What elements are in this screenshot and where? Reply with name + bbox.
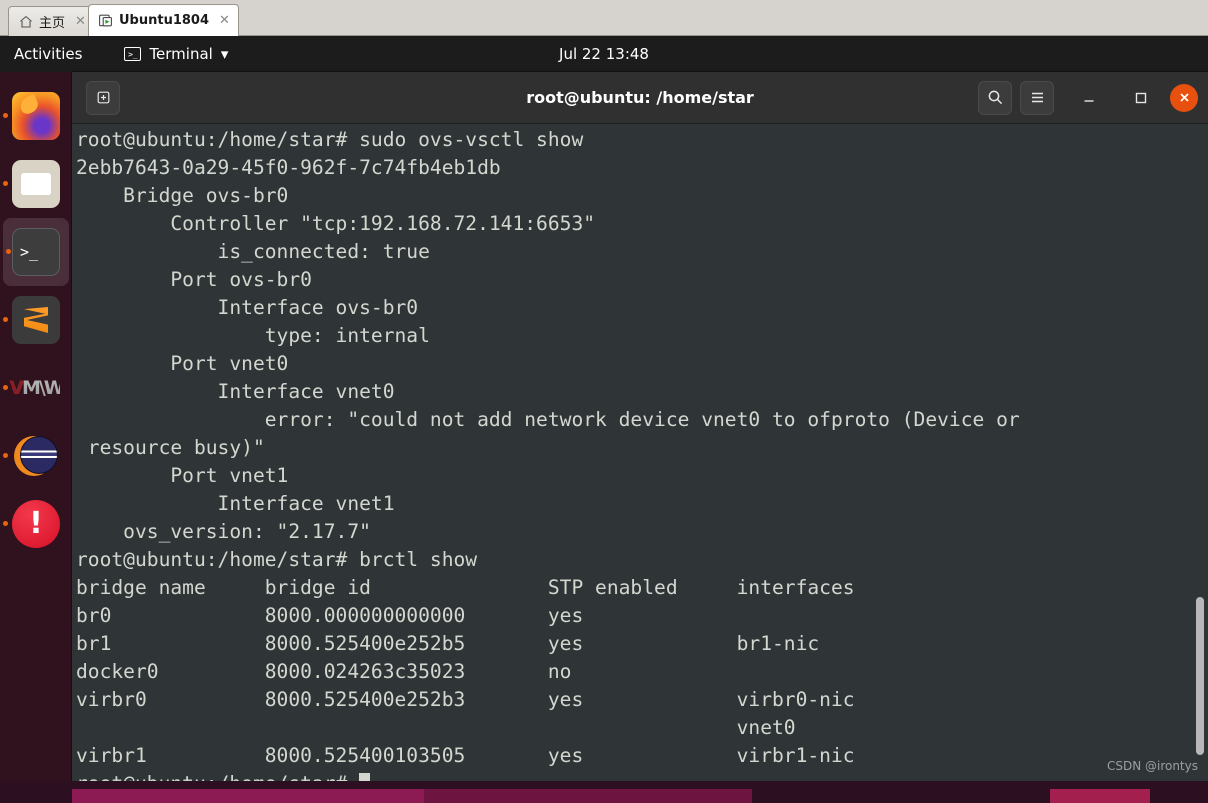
vmware-tab-home-label: 主页 (39, 16, 66, 31)
ubuntu-dock: >_ V M\W ! (0, 72, 72, 803)
chevron-down-icon: ▾ (220, 45, 229, 63)
window-controls (978, 80, 1198, 115)
terminal-line: Controller "tcp:192.168.72.141:6653" (76, 212, 596, 235)
vmware-tab-ubuntu1804-close-icon[interactable]: ✕ (219, 13, 230, 28)
app-menu-label: Terminal (149, 45, 213, 63)
terminal-icon: >_ (124, 47, 142, 61)
terminal-line: Interface ovs-br0 (76, 296, 419, 319)
minimize-button[interactable] (1074, 83, 1104, 113)
desktop-bottom-strip (0, 781, 1208, 803)
vmware-tab-strip: 主页 ✕ Ubuntu1804 ✕ (0, 0, 1208, 36)
terminal-icon: >_ (12, 228, 60, 276)
terminal-window: root@ubuntu: /home/star root@ubuntu:/hom… (72, 72, 1208, 781)
vm-icon (99, 14, 113, 28)
terminal-line: br0 8000.000000000000 yes (76, 604, 584, 627)
wallpaper-swatch (424, 789, 752, 803)
terminal-body[interactable]: root@ubuntu:/home/star# sudo ovs-vsctl s… (72, 124, 1208, 781)
terminal-line: root@ubuntu:/home/star# sudo ovs-vsctl s… (76, 128, 584, 151)
terminal-line: Bridge ovs-br0 (76, 184, 289, 207)
home-icon (19, 15, 33, 29)
terminal-line: ovs_version: "2.17.7" (76, 520, 371, 543)
terminal-line: br1 8000.525400e252b5 yes br1-nic (76, 632, 820, 655)
vmware-tab-home-close-icon[interactable]: ✕ (75, 14, 86, 29)
dock-item-sublime-text[interactable] (0, 286, 72, 354)
watermark: CSDN @irontys (1106, 759, 1198, 773)
running-indicator (6, 249, 11, 254)
terminal-title-bar: root@ubuntu: /home/star (72, 72, 1208, 124)
terminal-line: vnet0 (76, 716, 796, 739)
terminal-scrollbar[interactable] (1194, 124, 1205, 781)
hamburger-menu-icon[interactable] (1020, 80, 1054, 115)
scrollbar-thumb[interactable] (1196, 597, 1204, 755)
dock-item-files[interactable] (0, 150, 72, 218)
terminal-line: is_connected: true (76, 240, 430, 263)
wallpaper-swatch (1050, 789, 1150, 803)
running-indicator (3, 317, 8, 322)
terminal-line: root@ubuntu:/home/star# brctl show (76, 548, 478, 571)
running-indicator (3, 385, 8, 390)
terminal-output: root@ubuntu:/home/star# sudo ovs-vsctl s… (76, 126, 1208, 781)
running-indicator (3, 181, 8, 186)
vmware-tab-ubuntu1804-label: Ubuntu1804 (119, 13, 210, 28)
maximize-button[interactable] (1126, 83, 1156, 113)
wallpaper-swatch (72, 789, 424, 803)
terminal-line: Port vnet1 (76, 464, 289, 487)
files-icon (12, 160, 60, 208)
terminal-line: docker0 8000.024263c35023 no (76, 660, 572, 683)
terminal-line: Interface vnet0 (76, 380, 395, 403)
app-menu-terminal[interactable]: >_ Terminal ▾ (124, 45, 228, 63)
terminal-line: error: "could not add network device vne… (76, 408, 1020, 431)
new-tab-button[interactable] (86, 80, 120, 115)
dock-item-vmware[interactable]: V M\W (0, 354, 72, 422)
terminal-cursor (359, 773, 371, 781)
running-indicator (3, 113, 8, 118)
gnome-top-bar: Activities >_ Terminal ▾ Jul 22 13:48 (0, 36, 1208, 72)
running-indicator (3, 453, 8, 458)
running-indicator (3, 521, 8, 526)
vmware-tab-ubuntu1804[interactable]: Ubuntu1804 ✕ (88, 4, 239, 36)
activities-button[interactable]: Activities (14, 45, 82, 63)
eclipse-icon (12, 432, 60, 480)
terminal-line: Port vnet0 (76, 352, 289, 375)
sublime-text-icon (12, 296, 60, 344)
terminal-line: bridge name bridge id STP enabled interf… (76, 576, 855, 599)
close-button[interactable] (1170, 83, 1198, 112)
search-icon[interactable] (978, 80, 1012, 115)
vmware-tab-home[interactable]: 主页 ✕ (8, 6, 95, 36)
terminal-line: Port ovs-br0 (76, 268, 312, 291)
dock-item-alert[interactable]: ! (0, 490, 72, 558)
firefox-icon (12, 92, 60, 140)
terminal-line: Interface vnet1 (76, 492, 395, 515)
dock-item-terminal[interactable]: >_ (3, 218, 69, 286)
dock-item-firefox[interactable] (0, 82, 72, 150)
dock-item-eclipse[interactable] (0, 422, 72, 490)
terminal-line: virbr1 8000.525400103505 yes virbr1-nic (76, 744, 855, 767)
terminal-line: type: internal (76, 324, 430, 347)
terminal-line: resource busy)" (76, 436, 265, 459)
terminal-prompt-line: root@ubuntu:/home/star# (76, 770, 1208, 781)
alert-icon: ! (12, 500, 60, 548)
vmware-icon: V M\W (9, 364, 65, 412)
terminal-line: 2ebb7643-0a29-45f0-962f-7c74fb4eb1db (76, 156, 501, 179)
terminal-line: virbr0 8000.525400e252b3 yes virbr0-nic (76, 688, 855, 711)
